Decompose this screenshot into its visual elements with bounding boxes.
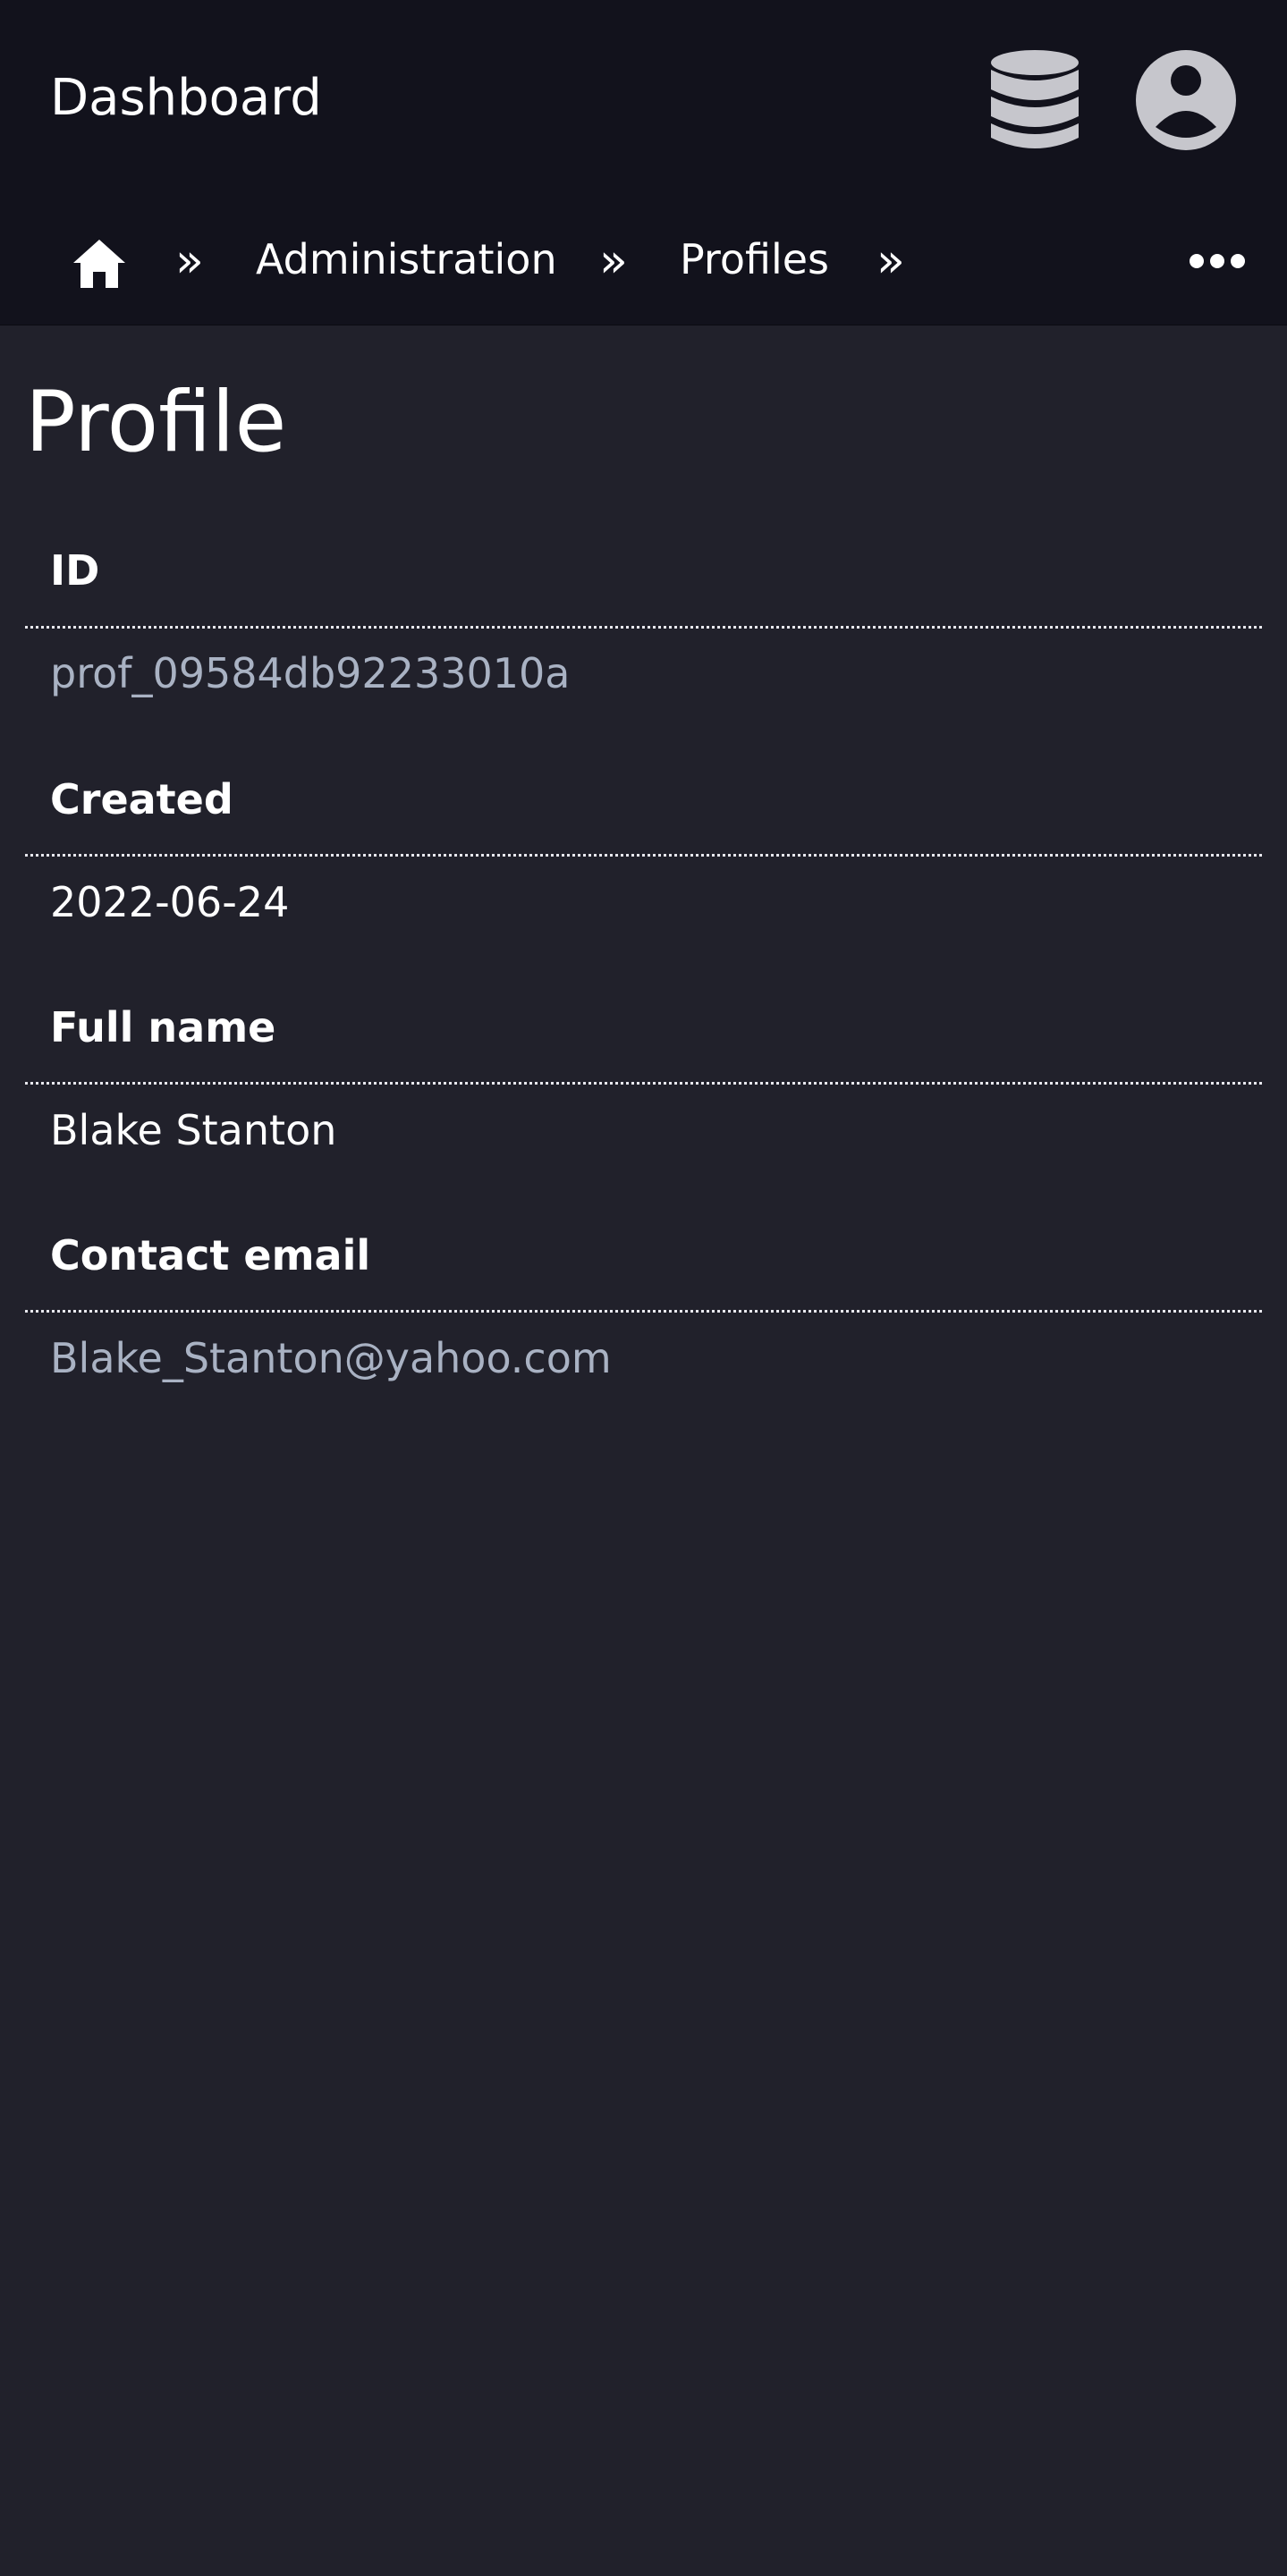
field-value-contact-email[interactable]: Blake_Stanton@yahoo.com	[50, 1330, 612, 1386]
ellipsis-icon	[1190, 254, 1245, 268]
database-button[interactable]	[989, 48, 1080, 152]
breadcrumb: » Administration » Profiles »	[0, 197, 1287, 325]
home-icon	[73, 240, 125, 288]
breadcrumb-item-administration[interactable]: Administration	[256, 229, 557, 290]
account-button[interactable]	[1134, 48, 1238, 152]
breadcrumb-separator: »	[876, 234, 905, 288]
app-title[interactable]: Dashboard	[50, 64, 322, 132]
breadcrumb-separator: »	[175, 234, 204, 288]
breadcrumb-separator: »	[599, 234, 628, 288]
user-circle-icon	[1136, 50, 1236, 150]
app-header: Dashboard	[0, 0, 1287, 197]
field-label-contact-email: Contact email	[50, 1231, 371, 1280]
field-divider	[25, 854, 1262, 857]
page-title: Profile	[25, 374, 287, 471]
breadcrumb-home[interactable]	[72, 238, 127, 290]
field-label-full-name: Full name	[50, 1003, 276, 1052]
field-label-created: Created	[50, 775, 233, 823]
field-divider	[25, 626, 1262, 629]
database-icon	[991, 50, 1079, 148]
breadcrumb-item-profiles[interactable]: Profiles	[680, 229, 829, 290]
field-divider	[25, 1082, 1262, 1085]
more-button[interactable]	[1190, 247, 1245, 275]
field-divider	[25, 1310, 1262, 1313]
field-value-full-name: Blake Stanton	[50, 1106, 337, 1154]
field-value-id[interactable]: prof_09584db92233010a	[50, 646, 571, 701]
field-value-created: 2022-06-24	[50, 878, 290, 926]
field-label-id: ID	[50, 546, 100, 595]
